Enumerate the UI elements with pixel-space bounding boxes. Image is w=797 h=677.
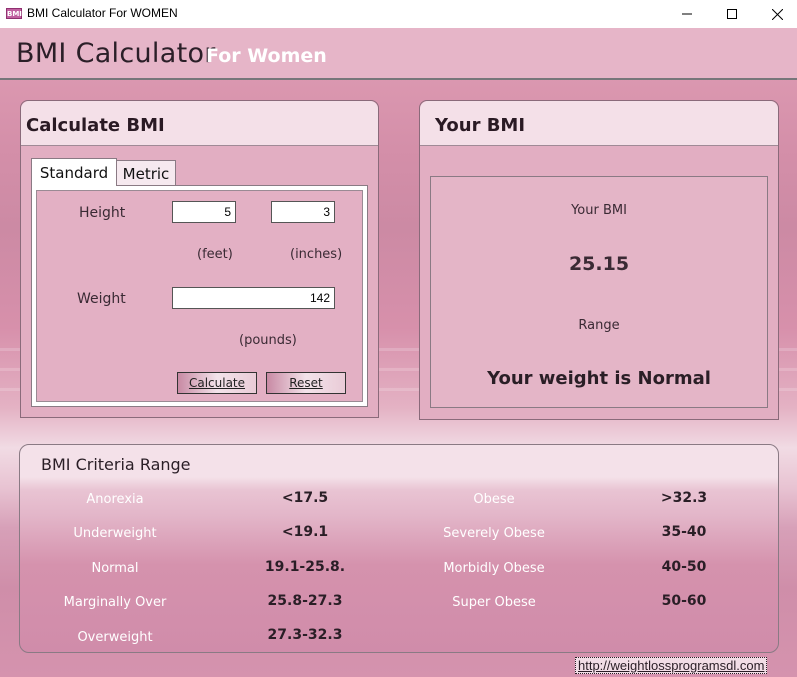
tab-metric[interactable]: Metric <box>116 160 176 186</box>
range-label: Range <box>578 318 620 333</box>
bmi-label: Your BMI <box>571 203 627 218</box>
criteria-range: <19.1 <box>281 524 329 540</box>
app-header: BMI Calculator For Women <box>0 28 797 80</box>
calculate-panel-title: Calculate BMI <box>26 115 165 136</box>
feet-unit-label: (feet) <box>197 247 233 262</box>
calculate-panel: Calculate BMI Standard Metric Height (fe… <box>20 100 379 418</box>
criteria-name: Obese <box>473 492 515 507</box>
tab-metric-label: Metric <box>122 164 170 183</box>
close-icon <box>771 8 783 20</box>
height-feet-input[interactable] <box>172 201 236 223</box>
maximize-button[interactable] <box>709 0 755 28</box>
criteria-range: 27.3-32.3 <box>267 627 343 643</box>
criteria-range: >32.3 <box>660 490 708 506</box>
app-subtitle: For Women <box>206 45 327 67</box>
weight-label: Weight <box>77 291 126 307</box>
result-panel-title: Your BMI <box>435 115 526 136</box>
criteria-name: Marginally Over <box>63 595 167 610</box>
criteria-range: 50-60 <box>661 593 707 609</box>
weight-input[interactable] <box>172 287 335 309</box>
height-label: Height <box>79 205 126 221</box>
criteria-range: 19.1-25.8. <box>264 559 346 575</box>
criteria-range: 25.8-27.3 <box>267 593 343 609</box>
tab-standard[interactable]: Standard <box>31 158 117 186</box>
pounds-unit-label: (pounds) <box>239 333 297 348</box>
minimize-icon <box>682 13 692 15</box>
criteria-name: Morbidly Obese <box>443 561 545 576</box>
criteria-name: Underweight <box>73 526 157 541</box>
reset-button[interactable]: Reset <box>266 372 346 394</box>
website-link[interactable]: http://weightlossprogramsdl.com <box>575 657 768 674</box>
minimize-button[interactable] <box>664 0 710 28</box>
calculate-panel-header: Calculate BMI <box>21 101 378 146</box>
maximize-icon <box>727 9 737 19</box>
tab-standard-label: Standard <box>39 163 109 182</box>
reset-button-label: Reset <box>289 376 323 390</box>
result-box: Your BMI 25.15 Range Your weight is Norm… <box>430 176 768 408</box>
criteria-range: 35-40 <box>661 524 707 540</box>
bmi-value: 25.15 <box>568 253 630 275</box>
inches-unit-label: (inches) <box>290 247 343 262</box>
height-inches-input[interactable] <box>271 201 335 223</box>
app-icon: BMI <box>6 8 22 19</box>
criteria-title: BMI Criteria Range <box>41 455 191 474</box>
app-body: BMI Calculator For Women Calculate BMI S… <box>0 28 797 677</box>
tab-content: Height (feet) (inches) Weight (pounds) C… <box>31 185 368 407</box>
weight-status: Your weight is Normal <box>487 368 711 389</box>
close-button[interactable] <box>754 0 797 28</box>
result-panel: Your BMI Your BMI 25.15 Range Your weigh… <box>419 100 779 420</box>
criteria-name: Overweight <box>77 630 153 645</box>
criteria-name: Normal <box>91 561 139 576</box>
criteria-panel: BMI Criteria Range Anorexia <17.5 Underw… <box>19 444 779 653</box>
window-title: BMI Calculator For WOMEN <box>27 6 178 20</box>
criteria-name: Severely Obese <box>443 526 545 541</box>
calculate-button-label: Calculate <box>188 376 246 390</box>
criteria-name: Anorexia <box>86 492 144 507</box>
standard-form: Height (feet) (inches) Weight (pounds) C… <box>36 190 363 402</box>
calculate-button[interactable]: Calculate <box>177 372 257 394</box>
criteria-range: 40-50 <box>661 559 707 575</box>
app-title: BMI Calculator <box>16 38 216 69</box>
criteria-name: Super Obese <box>452 595 536 610</box>
window-titlebar: BMI BMI Calculator For WOMEN <box>0 0 797 28</box>
result-panel-header: Your BMI <box>420 101 778 146</box>
criteria-range: <17.5 <box>281 490 329 506</box>
